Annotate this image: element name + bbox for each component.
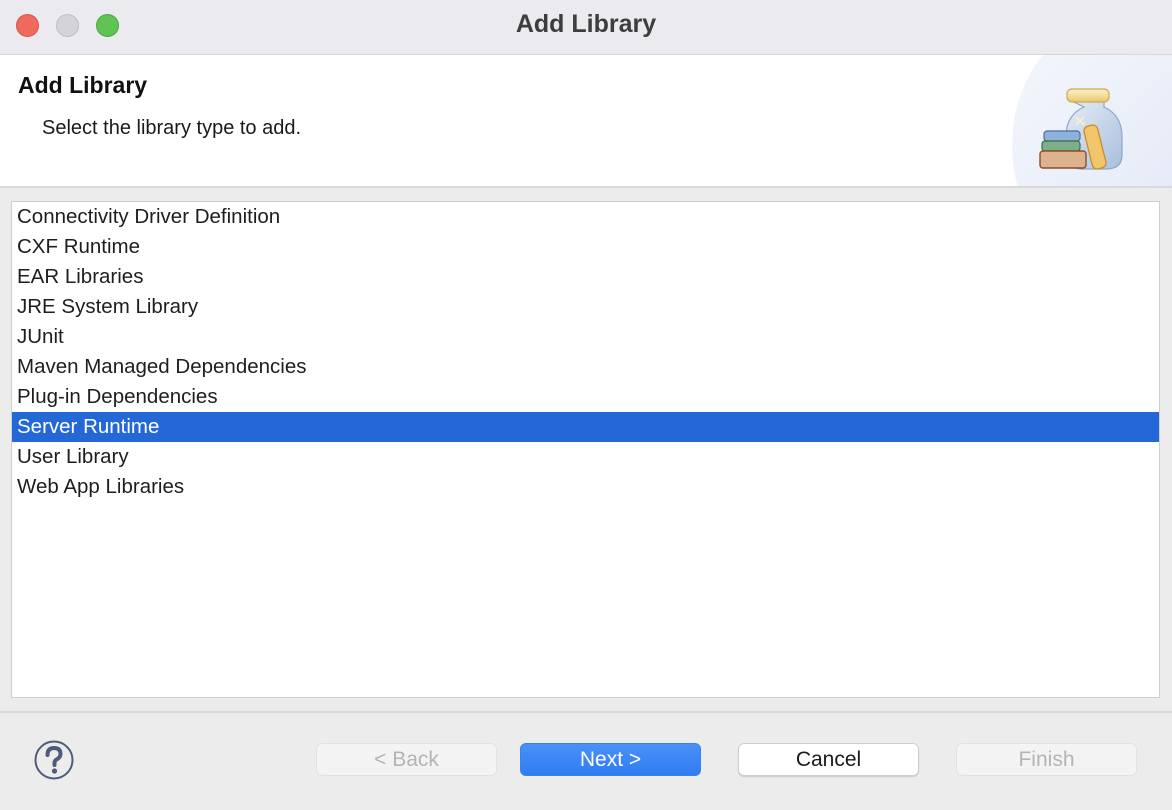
cancel-button[interactable]: Cancel: [738, 743, 919, 776]
help-icon[interactable]: [34, 740, 74, 780]
list-item[interactable]: Web App Libraries: [12, 472, 1159, 502]
list-item[interactable]: Maven Managed Dependencies: [12, 352, 1159, 382]
list-item[interactable]: JRE System Library: [12, 292, 1159, 322]
footer-divider: [0, 711, 1172, 713]
library-type-list[interactable]: Connectivity Driver Definition CXF Runti…: [11, 201, 1160, 698]
page-description: Select the library type to add.: [42, 117, 302, 139]
list-item[interactable]: JUnit: [12, 322, 1159, 352]
list-item[interactable]: Connectivity Driver Definition: [12, 202, 1159, 232]
list-item[interactable]: EAR Libraries: [12, 262, 1159, 292]
finish-button[interactable]: Finish: [956, 743, 1137, 776]
page-title: Add Library: [18, 72, 148, 98]
wizard-header: Add Library Select the library type to a…: [0, 55, 1172, 188]
window-title: Add Library: [515, 10, 657, 38]
list-item[interactable]: Plug-in Dependencies: [12, 382, 1159, 412]
list-item[interactable]: CXF Runtime: [12, 232, 1159, 262]
library-jar-icon: [1039, 88, 1123, 170]
next-button[interactable]: Next >: [520, 743, 701, 776]
list-item-selected[interactable]: Server Runtime: [12, 412, 1159, 442]
list-item[interactable]: User Library: [12, 442, 1159, 472]
back-button[interactable]: < Back: [316, 743, 497, 776]
title-bar: Add Library: [0, 0, 1172, 55]
